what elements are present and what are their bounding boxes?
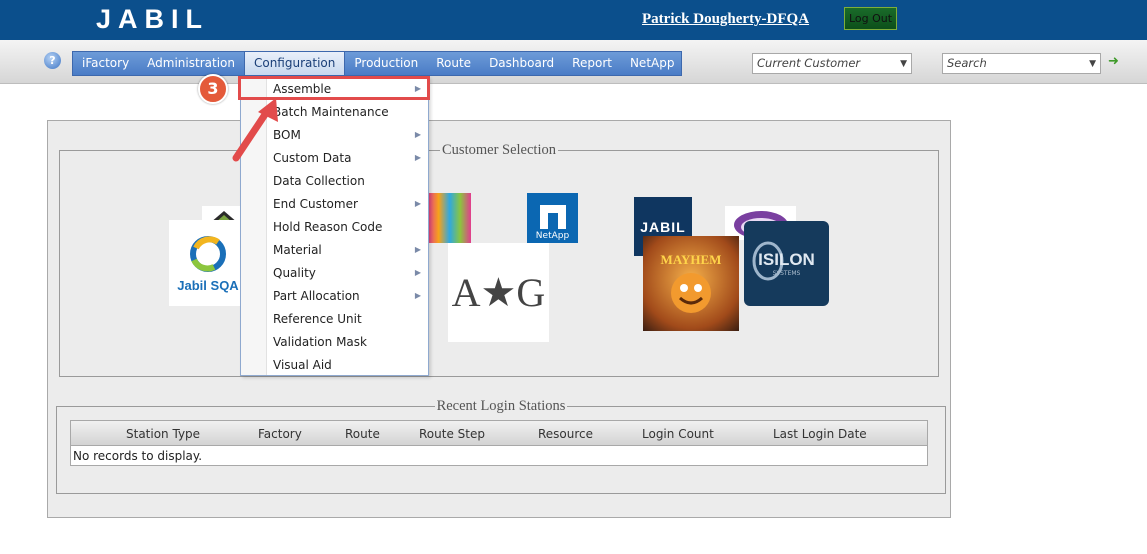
- menu-item-part-allocation[interactable]: Part Allocation ▶: [273, 285, 423, 307]
- customer-logo-colorful[interactable]: [428, 193, 471, 243]
- col-last-login-date[interactable]: Last Login Date: [773, 427, 867, 441]
- menu-item-custom-data[interactable]: Custom Data ▶: [273, 147, 423, 169]
- menu-production[interactable]: Production: [345, 52, 427, 75]
- menu-ifactory[interactable]: iFactory: [73, 52, 138, 75]
- annotation-arrow-icon: [232, 98, 278, 162]
- menu-netapp[interactable]: NetApp: [621, 52, 684, 75]
- mayhem-text: MAYHEM: [660, 251, 722, 267]
- customer-logo-mayhem[interactable]: MAYHEM: [643, 236, 739, 331]
- submenu-arrow-icon: ▶: [414, 268, 421, 277]
- jabil-sqa-swirl-icon: [190, 235, 226, 272]
- menu-item-batch-maintenance[interactable]: Batch Maintenance: [273, 101, 423, 123]
- isilon-text: ISILON: [758, 250, 815, 269]
- go-arrow-icon[interactable]: ➜: [1108, 54, 1119, 69]
- col-login-count[interactable]: Login Count: [642, 427, 714, 441]
- main-menu: iFactory Administration Configuration Pr…: [72, 51, 682, 76]
- customer-selection-legend: Customer Selection: [442, 142, 556, 158]
- submenu-arrow-icon: ▶: [414, 130, 421, 139]
- submenu-arrow-icon: ▶: [414, 245, 421, 254]
- customer-logo-netapp[interactable]: NetApp: [527, 193, 578, 243]
- navigation-bar: ? iFactory Administration Configuration …: [0, 40, 1147, 84]
- menu-item-validation-mask[interactable]: Validation Mask: [273, 331, 423, 353]
- recent-login-grid: Station Type Factory Route Route Step Re…: [70, 420, 928, 466]
- chevron-down-icon: ▼: [1089, 59, 1096, 69]
- menu-item-visual-aid[interactable]: Visual Aid: [273, 354, 423, 376]
- recent-login-legend: Recent Login Stations: [436, 398, 566, 414]
- grid-header: Station Type Factory Route Route Step Re…: [71, 421, 927, 446]
- col-resource[interactable]: Resource: [538, 427, 593, 441]
- username-link[interactable]: Patrick Dougherty-DFQA: [642, 11, 809, 28]
- menu-item-end-customer[interactable]: End Customer ▶: [273, 193, 423, 215]
- submenu-arrow-icon: ▶: [414, 291, 421, 300]
- annotation-step-badge: 3: [198, 74, 228, 104]
- col-route[interactable]: Route: [345, 427, 380, 441]
- cartoon-face-icon: [671, 272, 711, 313]
- ag-text: A★G: [451, 270, 546, 315]
- customer-logo-jabil-sqa[interactable]: Jabil SQA: [169, 220, 247, 306]
- menu-administration[interactable]: Administration: [138, 52, 244, 75]
- logout-button[interactable]: Log Out: [844, 7, 897, 30]
- help-icon[interactable]: ?: [44, 52, 61, 69]
- col-station-type[interactable]: Station Type: [126, 427, 200, 441]
- chevron-down-icon: ▼: [900, 59, 907, 69]
- customer-logo-isilon[interactable]: ISILON SYSTEMS: [744, 221, 829, 306]
- col-factory[interactable]: Factory: [258, 427, 302, 441]
- netapp-n-icon: [539, 205, 566, 229]
- col-route-step[interactable]: Route Step: [419, 427, 485, 441]
- menu-item-hold-reason-code[interactable]: Hold Reason Code: [273, 216, 423, 238]
- menu-item-reference-unit[interactable]: Reference Unit: [273, 308, 423, 330]
- menu-route[interactable]: Route: [427, 52, 480, 75]
- current-customer-placeholder: Current Customer: [757, 56, 861, 70]
- menu-item-bom[interactable]: BOM ▶: [273, 124, 423, 146]
- search-placeholder: Search: [947, 56, 987, 70]
- menu-configuration[interactable]: Configuration: [243, 52, 346, 75]
- isilon-systems-text: SYSTEMS: [772, 270, 801, 277]
- jabil-logo: JABIL: [96, 4, 210, 34]
- menu-item-material[interactable]: Material ▶: [273, 239, 423, 261]
- customer-logo-ag[interactable]: A★G: [448, 243, 549, 342]
- menu-dashboard[interactable]: Dashboard: [480, 52, 563, 75]
- menu-item-quality[interactable]: Quality ▶: [273, 262, 423, 284]
- top-header: JABIL Patrick Dougherty-DFQA Log Out: [0, 0, 1147, 40]
- netapp-text: NetApp: [535, 231, 570, 241]
- grid-empty-message: No records to display.: [73, 449, 203, 463]
- jabil-sqa-text: Jabil SQA: [177, 277, 239, 293]
- submenu-arrow-icon: ▶: [414, 199, 421, 208]
- menu-item-data-collection[interactable]: Data Collection: [273, 170, 423, 192]
- search-select[interactable]: Search ▼: [942, 53, 1101, 74]
- submenu-arrow-icon: ▶: [414, 153, 421, 162]
- menu-report[interactable]: Report: [563, 52, 621, 75]
- jabil-tile-text: JABIL: [640, 218, 686, 235]
- current-customer-select[interactable]: Current Customer ▼: [752, 53, 912, 74]
